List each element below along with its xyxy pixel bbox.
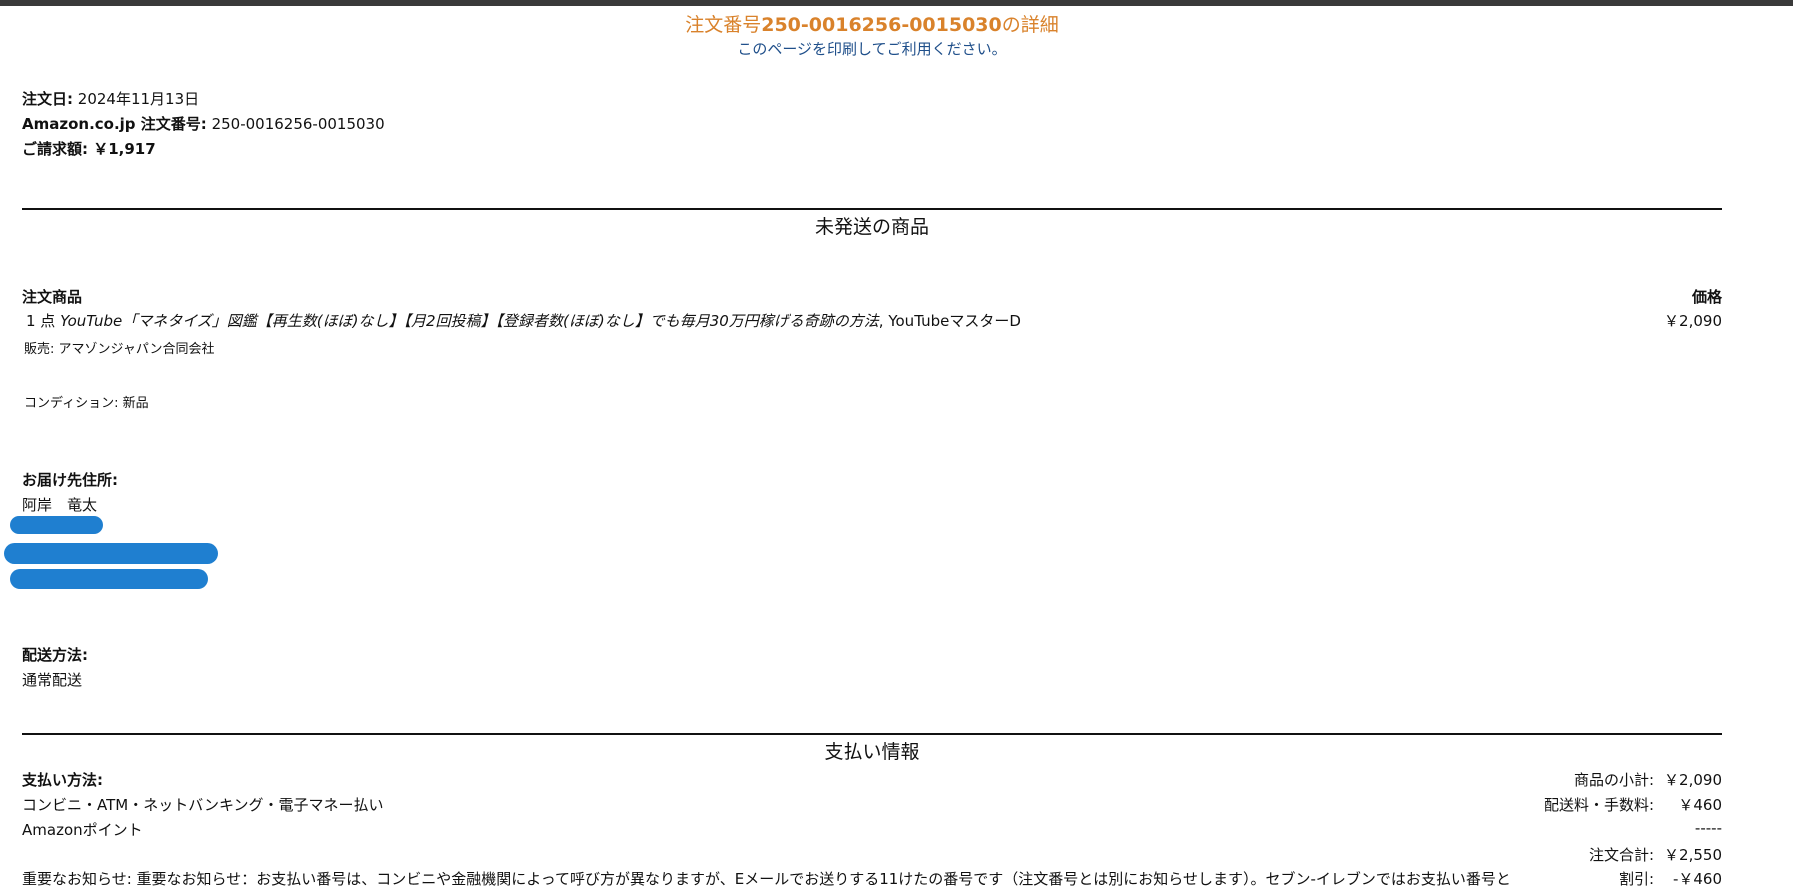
payment-method-2: Amazonポイント xyxy=(22,821,143,839)
divider-unshipped xyxy=(22,208,1722,210)
shipping-fee-value: ￥460 xyxy=(1678,796,1722,814)
shipping-fee-label: 配送料・手数料: xyxy=(1543,796,1654,814)
payment-method-label: 支払い方法: xyxy=(22,771,103,789)
order-details-page: 注文番号250-0016256-0015030の詳細 このページを印刷してご利用… xyxy=(4,6,1722,888)
payment-method-1: コンビニ・ATM・ネットバンキング・電子マネー払い xyxy=(22,796,384,814)
subtotal-label: 商品の小計: xyxy=(1573,771,1654,789)
shipping-fee-row: 配送料・手数料: ￥460 xyxy=(1544,794,1722,815)
page-title: 注文番号250-0016256-0015030の詳細 xyxy=(22,10,1722,37)
order-total-label: 注文合計: xyxy=(1588,846,1654,864)
order-number-value: 250-0016256-0015030 xyxy=(211,115,385,133)
shipping-method-value: 通常配送 xyxy=(22,671,83,689)
address-label: お届け先住所: xyxy=(22,471,118,489)
item-quantity: 1 点 xyxy=(26,312,56,330)
print-note: このページを印刷してご利用ください。 xyxy=(737,40,1007,58)
payment-heading: 支払い情報 xyxy=(824,741,920,763)
item-seller: 販売: アマゾンジャパン合同会社 xyxy=(24,342,215,357)
divider-payment xyxy=(22,733,1722,735)
redaction-mark-2 xyxy=(4,543,218,564)
summary-separator: ----- xyxy=(1694,819,1722,837)
discount-value: -￥460 xyxy=(1672,870,1722,888)
order-number-label: Amazon.co.jp 注文番号: xyxy=(22,115,207,133)
order-total-value: ￥2,550 xyxy=(1664,846,1722,864)
order-item: 1 点 YouTube「マネタイズ」図鑑【再生数(ほぼ)なし】【月2回投稿】【登… xyxy=(22,310,1722,331)
shipping-method-label: 配送方法: xyxy=(22,646,88,664)
redaction-mark-1 xyxy=(10,516,103,534)
item-price: ￥2,090 xyxy=(1664,312,1722,330)
recipient-name: 阿岸 竜太 xyxy=(22,496,98,514)
payment-notice: 重要なお知らせ: 重要なお知らせ：お支払い番号は、コンビニや金融機関によって呼び… xyxy=(22,870,1512,888)
title-suffix: の詳細 xyxy=(1001,14,1059,36)
redaction-mark-3 xyxy=(10,569,208,589)
order-date-value: 2024年11月13日 xyxy=(77,90,200,108)
order-date-row: 注文日: 2024年11月13日 xyxy=(22,88,199,109)
subtotal-row: 商品の小計: ￥2,090 xyxy=(1574,769,1722,790)
items-label: 注文商品 xyxy=(22,288,83,306)
order-number-row: Amazon.co.jp 注文番号: 250-0016256-0015030 xyxy=(22,113,385,134)
item-title: YouTube「マネタイズ」図鑑【再生数(ほぼ)なし】【月2回投稿】【登録者数(… xyxy=(60,312,879,330)
billing-amount: ￥1,917 xyxy=(93,140,156,158)
item-author: , YouTubeマスターD xyxy=(878,312,1021,330)
order-date-label: 注文日: xyxy=(22,90,73,108)
billing-row: ご請求額: ￥1,917 xyxy=(22,138,156,159)
billing-label: ご請求額: xyxy=(22,140,88,158)
order-total-row: 注文合計: ￥2,550 xyxy=(1589,844,1722,865)
title-order-number: 250-0016256-0015030 xyxy=(761,14,1002,36)
discount-row: 割引: -￥460 xyxy=(1619,868,1722,888)
separator-row: ----- xyxy=(1654,819,1722,837)
subtotal-value: ￥2,090 xyxy=(1664,771,1722,789)
title-prefix: 注文番号 xyxy=(685,14,762,36)
item-condition: コンディション: 新品 xyxy=(24,396,149,411)
price-label: 価格 xyxy=(1691,288,1722,306)
discount-label: 割引: xyxy=(1618,870,1654,888)
unshipped-heading: 未発送の商品 xyxy=(814,216,929,238)
